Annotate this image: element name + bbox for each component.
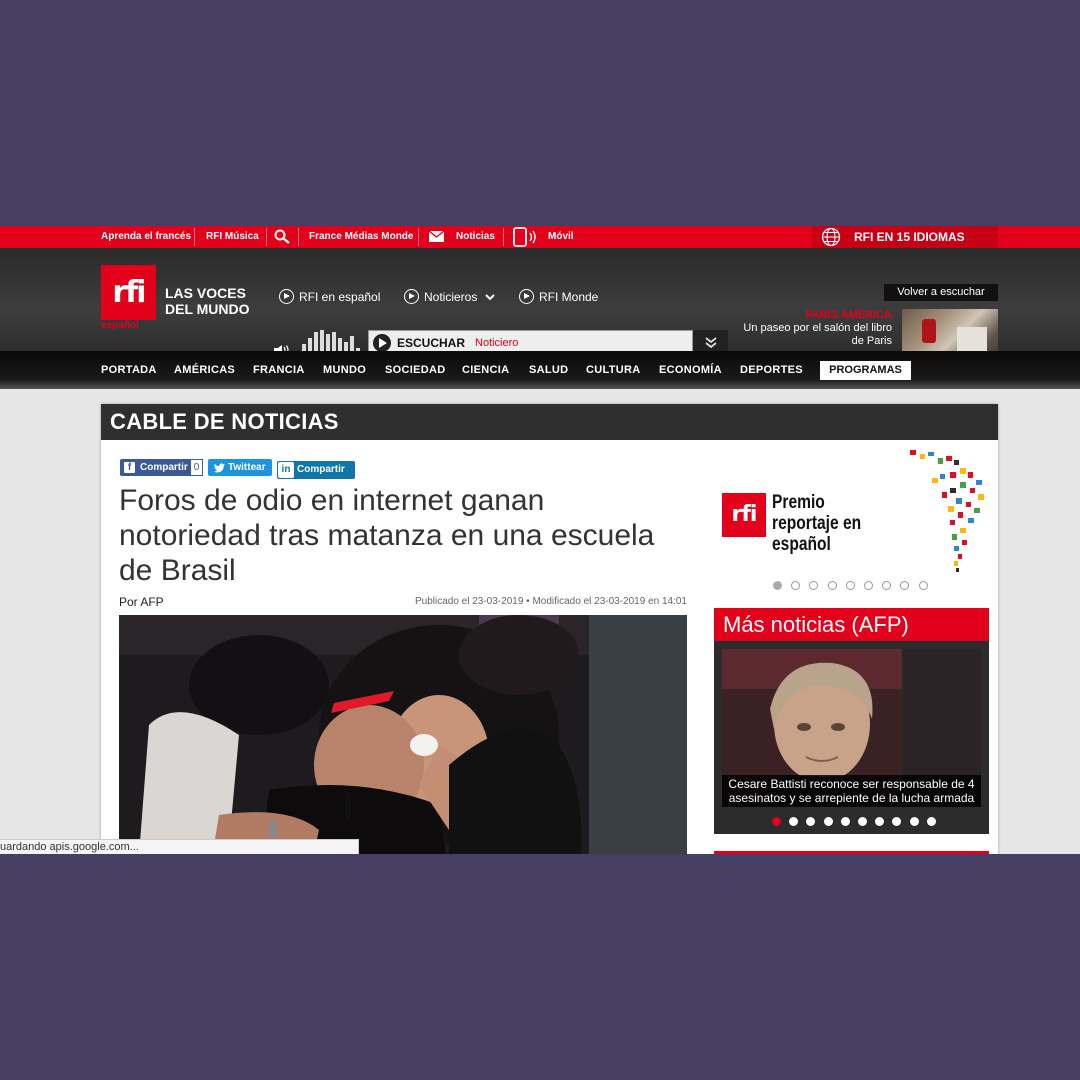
news-caption[interactable]: Cesare Battisti reconoce ser responsable… — [722, 775, 981, 807]
carousel-dot[interactable] — [892, 817, 902, 826]
divider — [266, 228, 267, 246]
carousel-dot[interactable] — [926, 817, 936, 826]
nav-ciencia[interactable]: CIENCIA — [462, 364, 509, 376]
carousel-dot[interactable] — [845, 581, 855, 590]
carousel-dot[interactable] — [900, 581, 910, 590]
carousel-dot[interactable] — [840, 817, 850, 826]
browser-screenshot: Aprenda el francés RFI Música France Méd… — [0, 226, 1080, 854]
nav-portada[interactable]: PORTADA — [101, 364, 157, 376]
linkedin-share-button[interactable]: in Compartir — [277, 461, 355, 479]
carousel-dot[interactable] — [791, 581, 801, 590]
share-count: 0 — [190, 459, 203, 476]
facebook-icon: f — [124, 462, 135, 473]
section-title: CABLE DE NOTICIAS — [101, 404, 998, 440]
carousel-dot[interactable] — [809, 581, 819, 590]
article-headline: Foros de odio en internet ganan notoried… — [119, 484, 655, 587]
double-chevron-down-icon — [704, 337, 717, 349]
carousel-dot[interactable] — [875, 817, 885, 826]
carousel-dot[interactable] — [789, 817, 799, 826]
promo-text[interactable]: Un paseo por el salón del libro de Paris — [740, 322, 892, 348]
rfi-logo[interactable]: rfi — [101, 265, 156, 320]
article-byline: Por AFP — [119, 595, 164, 609]
radio-link-noticieros[interactable]: Noticieros — [404, 289, 495, 305]
top-utility-bar: Aprenda el francés RFI Música France Méd… — [0, 226, 1080, 248]
mas-noticias-carousel-dots[interactable] — [772, 817, 944, 829]
current-program: Noticiero — [475, 337, 519, 349]
divider — [418, 228, 419, 246]
premio-reportaje-banner[interactable]: rfi Premio reportaje en español — [714, 448, 990, 578]
search-icon[interactable] — [273, 226, 291, 248]
radio-link-rfi-espanol[interactable]: RFI en español — [279, 289, 380, 305]
promo-title[interactable]: PARIS AMÉRICA — [740, 309, 892, 321]
article-dates: Publicado el 23-03-2019 • Modificado el … — [414, 596, 687, 607]
carousel-dot[interactable] — [823, 817, 833, 826]
play-button[interactable] — [373, 334, 391, 352]
listen-label: ESCUCHAR — [397, 336, 466, 350]
nav-deportes[interactable]: DEPORTES — [740, 364, 803, 376]
carousel-dot[interactable] — [882, 581, 892, 590]
carousel-dot[interactable] — [863, 581, 873, 590]
radio-link-label: RFI en español — [299, 290, 381, 304]
premio-carousel-dots[interactable] — [773, 581, 937, 592]
twitter-icon — [214, 459, 225, 479]
facebook-share-button[interactable]: f Compartir 0 — [120, 459, 203, 476]
languages-button[interactable]: RFI EN 15 IDIOMAS — [812, 226, 998, 248]
twitter-share-button[interactable]: Twittear — [208, 459, 272, 476]
carousel-dot[interactable] — [806, 817, 816, 826]
divider — [194, 228, 195, 246]
play-icon — [519, 289, 534, 304]
link-aprenda-frances[interactable]: Aprenda el francés — [101, 226, 191, 248]
divider — [714, 851, 989, 854]
latin-america-map-illustration — [910, 450, 984, 572]
mas-noticias-title[interactable]: Más noticias (AFP) — [714, 608, 989, 641]
play-icon — [404, 289, 419, 304]
divider — [503, 228, 504, 246]
nav-americas[interactable]: AMÉRICAS — [174, 364, 235, 376]
linkedin-icon: in — [278, 462, 294, 478]
rfi-logo: rfi — [722, 493, 766, 537]
link-france-medias-monde[interactable]: France Médias Monde — [309, 226, 413, 248]
chevron-down-icon — [484, 289, 495, 305]
facebook-share-label: Compartir — [140, 462, 188, 473]
nav-mundo[interactable]: MUNDO — [323, 364, 366, 376]
carousel-dot[interactable] — [909, 817, 919, 826]
main-navigation: PORTADA AMÉRICAS FRANCIA MUNDO SOCIEDAD … — [0, 351, 1080, 389]
link-movil[interactable]: Móvil — [548, 226, 574, 248]
tagline: LAS VOCES DEL MUNDO — [165, 285, 250, 317]
nav-programas[interactable]: PROGRAMAS — [820, 361, 911, 380]
link-rfi-musica[interactable]: RFI Música — [206, 226, 259, 248]
article-photo — [119, 615, 687, 854]
nav-sociedad[interactable]: SOCIEDAD — [385, 364, 445, 376]
languages-label: RFI EN 15 IDIOMAS — [854, 230, 965, 244]
logo-subtitle: español — [101, 320, 139, 331]
radio-link-label: Noticieros — [424, 290, 478, 304]
linkedin-share-label: Compartir — [297, 464, 345, 475]
site-header: rfi español LAS VOCES DEL MUNDO RFI en e… — [0, 248, 1080, 362]
mobile-icon — [513, 226, 543, 248]
radio-link-label: RFI Monde — [539, 290, 599, 304]
nav-economia[interactable]: ECONOMÍA — [659, 364, 722, 376]
envelope-icon — [428, 226, 445, 248]
premio-title: Premio reportaje en español — [772, 492, 862, 555]
carousel-dot[interactable] — [918, 581, 928, 590]
carousel-dot[interactable] — [827, 581, 837, 590]
nav-cultura[interactable]: CULTURA — [586, 364, 640, 376]
divider — [298, 228, 299, 246]
radio-link-rfi-monde[interactable]: RFI Monde — [519, 289, 598, 305]
browser-status-bar: uardando apis.google.com... — [0, 839, 359, 854]
carousel-dot[interactable] — [773, 581, 782, 590]
volver-a-escuchar-button[interactable]: Volver a escuchar — [884, 284, 998, 301]
mas-noticias-carousel: Cesare Battisti reconoce ser responsable… — [714, 641, 989, 834]
carousel-dot[interactable] — [857, 817, 867, 826]
carousel-dot[interactable] — [772, 817, 781, 826]
nav-francia[interactable]: FRANCIA — [253, 364, 305, 376]
twitter-share-label: Twittear — [228, 462, 266, 473]
play-icon — [279, 289, 294, 304]
main-content: CABLE DE NOTICIAS f Compartir 0 Twittear… — [101, 404, 998, 854]
link-noticias[interactable]: Noticias — [456, 226, 495, 248]
nav-salud[interactable]: SALUD — [529, 364, 568, 376]
